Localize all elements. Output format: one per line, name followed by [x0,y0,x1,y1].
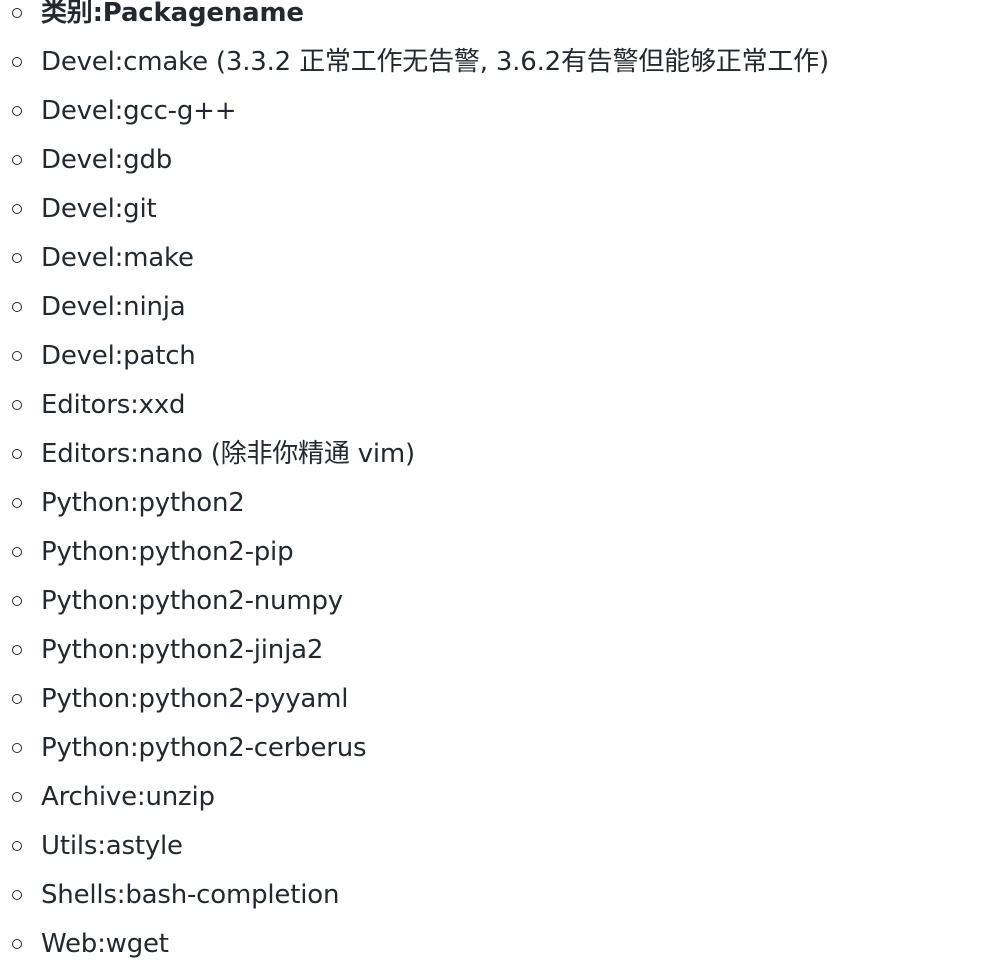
list-item-python2-pip: Python:python2-pip [0,528,1004,577]
circle-bullet-icon [12,645,22,655]
list-item-text: Editors:xxd [41,390,186,420]
list-item-gdb: Devel:gdb [0,136,1004,185]
circle-bullet-icon [12,743,22,753]
list-item-text: Utils:astyle [41,831,183,861]
list-item-patch: Devel:patch [0,332,1004,381]
list-item-make: Devel:make [0,234,1004,283]
list-item-unzip: Archive:unzip [0,773,1004,822]
list-item-text: Devel:git [41,194,157,224]
circle-bullet-icon [12,547,22,557]
list-item-text: Python:python2-pyyaml [41,684,349,714]
circle-bullet-icon [12,449,22,459]
list-item-xxd: Editors:xxd [0,381,1004,430]
list-item-wget: Web:wget [0,920,1004,969]
list-item-text: Devel:ninja [41,292,186,322]
list-item-ninja: Devel:ninja [0,283,1004,332]
circle-bullet-icon [12,351,22,361]
list-item-python2-cerberus: Python:python2-cerberus [0,724,1004,773]
list-item-python2: Python:python2 [0,479,1004,528]
list-item-text: Devel:make [41,243,194,273]
list-header: 类别:Packagename [0,0,1004,38]
list-item-nano: Editors:nano (除非你精通 vim) [0,430,1004,479]
list-item-text: Python:python2-jinja2 [41,635,324,665]
circle-bullet-icon [12,498,22,508]
list-item-python2-pyyaml: Python:python2-pyyaml [0,675,1004,724]
list-item-python2-numpy: Python:python2-numpy [0,577,1004,626]
list-item-cmake: Devel:cmake (3.3.2 正常工作无告警, 3.6.2有告警但能够正… [0,38,1004,87]
circle-bullet-icon [12,596,22,606]
list-item-text: Editors:nano (除非你精通 vim) [41,439,416,469]
list-item-text: Python:python2 [41,488,245,518]
list-item-python2-jinja2: Python:python2-jinja2 [0,626,1004,675]
circle-bullet-icon [12,792,22,802]
circle-bullet-icon [12,106,22,116]
circle-bullet-icon [12,155,22,165]
list-item-text: Shells:bash-completion [41,880,340,910]
list-header-text: 类别:Packagename [41,0,304,28]
list-item-text: Python:python2-numpy [41,586,343,616]
circle-bullet-icon [12,253,22,263]
list-item-bash-completion: Shells:bash-completion [0,871,1004,920]
circle-bullet-icon [12,841,22,851]
circle-bullet-icon [12,57,22,67]
list-item-git: Devel:git [0,185,1004,234]
list-item-text: Devel:patch [41,341,196,371]
circle-bullet-icon [12,302,22,312]
list-item-text: Web:wget [41,929,169,959]
circle-bullet-icon [12,890,22,900]
list-item-text: Archive:unzip [41,782,215,812]
list-item-text: Python:python2-cerberus [41,733,367,763]
list-item-text: Python:python2-pip [41,537,294,567]
circle-bullet-icon [12,400,22,410]
list-item-text: Devel:gdb [41,145,173,175]
circle-bullet-icon [12,8,22,18]
list-item-text: Devel:gcc-g++ [41,96,237,126]
list-item-gcc: Devel:gcc-g++ [0,87,1004,136]
package-list: 类别:Packagename Devel:cmake (3.3.2 正常工作无告… [0,0,1004,969]
list-item-text: Devel:cmake (3.3.2 正常工作无告警, 3.6.2有告警但能够正… [41,47,829,77]
circle-bullet-icon [12,939,22,949]
circle-bullet-icon [12,204,22,214]
list-item-astyle: Utils:astyle [0,822,1004,871]
circle-bullet-icon [12,694,22,704]
